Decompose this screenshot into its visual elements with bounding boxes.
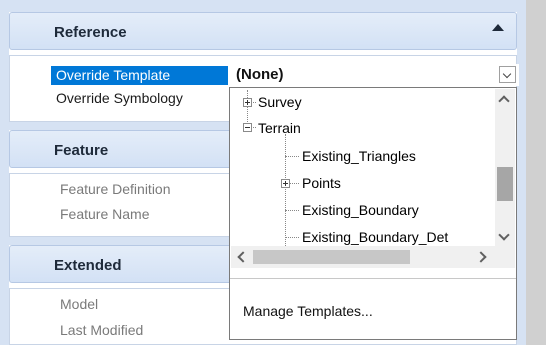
tree-connector [285, 237, 299, 239]
scroll-thumb-horizontal[interactable] [253, 250, 410, 264]
minus-box-icon[interactable] [243, 123, 252, 132]
template-dropdown: Survey Terrain Existing_Triangles Points… [229, 87, 517, 340]
scroll-right-icon[interactable] [475, 251, 487, 263]
override-template-label[interactable]: Override Template [51, 66, 228, 85]
override-template-value: (None) [236, 66, 284, 83]
scrollbar-corner [495, 246, 515, 268]
override-symbology-label[interactable]: Override Symbology [56, 90, 183, 106]
feature-title: Feature [54, 142, 109, 159]
tree-node-existing-boundary[interactable]: Existing_Boundary [302, 201, 419, 219]
tree-node-existing-boundary-det[interactable]: Existing_Boundary_Det [302, 228, 448, 246]
template-tree: Survey Terrain Existing_Triangles Points… [230, 88, 494, 246]
panel-scrollbar[interactable] [526, 0, 546, 345]
tree-connector [285, 156, 299, 158]
tree-connector [285, 210, 299, 212]
plus-box-icon[interactable] [281, 179, 290, 188]
feature-name-label[interactable]: Feature Name [60, 206, 149, 222]
dropdown-divider [230, 278, 516, 279]
override-template-combobox[interactable]: (None) [228, 64, 519, 86]
chevron-down-icon[interactable] [499, 66, 516, 83]
tree-node-points[interactable]: Points [302, 174, 341, 192]
chevron-up-icon[interactable] [492, 24, 504, 31]
scroll-thumb[interactable] [497, 167, 513, 201]
model-label[interactable]: Model [60, 296, 98, 312]
extended-title: Extended [54, 257, 122, 274]
last-modified-label[interactable]: Last Modified [60, 322, 143, 338]
tree-horizontal-scrollbar[interactable] [231, 246, 495, 268]
scroll-up-icon[interactable] [498, 95, 510, 107]
tree-connector [285, 134, 287, 246]
scroll-down-icon[interactable] [498, 229, 510, 241]
plus-box-icon[interactable] [243, 98, 252, 107]
manage-templates-link[interactable]: Manage Templates... [243, 303, 373, 319]
scroll-left-icon[interactable] [237, 251, 249, 263]
tree-node-terrain[interactable]: Terrain [258, 119, 301, 137]
reference-title: Reference [54, 24, 127, 41]
tree-node-survey[interactable]: Survey [258, 93, 302, 111]
tree-vertical-scrollbar[interactable] [495, 89, 515, 246]
feature-definition-label[interactable]: Feature Definition [60, 181, 171, 197]
tree-node-existing-triangles[interactable]: Existing_Triangles [302, 147, 416, 165]
reference-header[interactable]: Reference [9, 12, 517, 50]
